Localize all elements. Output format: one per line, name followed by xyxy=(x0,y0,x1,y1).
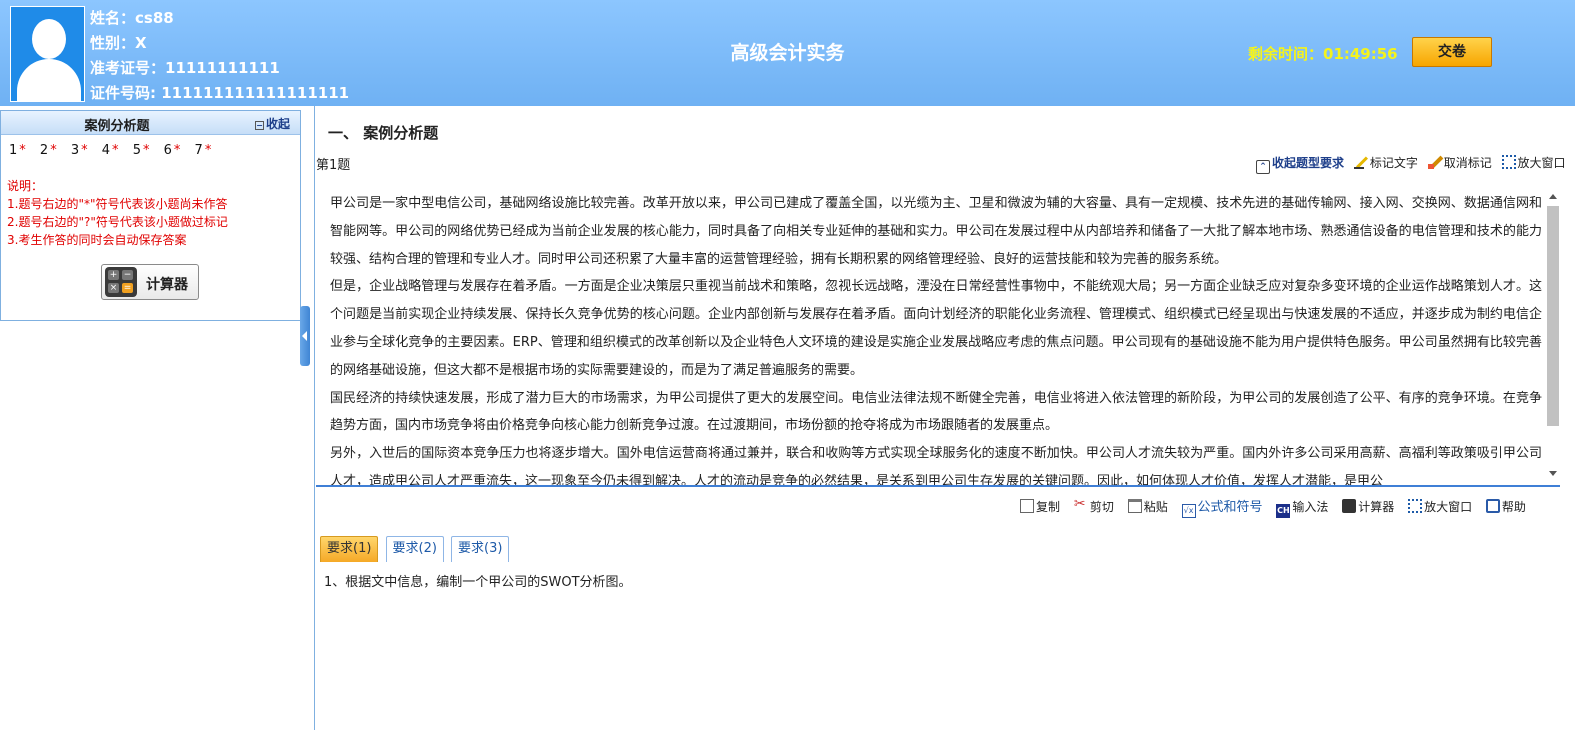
submit-exam-button[interactable]: 交卷 xyxy=(1412,37,1492,67)
question-type-title: 案例分析题 xyxy=(84,119,150,134)
tab-requirement-2[interactable]: 要求(2) xyxy=(385,536,444,562)
pen-icon xyxy=(1353,155,1368,169)
scroll-up-icon[interactable] xyxy=(1549,194,1557,199)
collapse-panel-button[interactable]: − 收起 xyxy=(254,115,290,132)
question-number-item[interactable]: 3 * xyxy=(71,143,98,158)
passage-paragraph: 另外，入世后的国际资本竞争压力也将逐步增大。国外电信运营商将通过兼并，联合和收购… xyxy=(330,446,1542,487)
requirement-text: 1、根据文中信息，编制一个甲公司的SWOT分析图。 xyxy=(324,575,632,590)
instruction-line: 3.考生作答的同时会自动保存答案 xyxy=(7,233,187,247)
passage-paragraph: 但是，企业战略管理与发展存在着矛盾。一方面是企业决策层只重视当前战术和策略，忽视… xyxy=(330,279,1542,378)
instruction-line: 1.题号右边的"*"符号代表该小题尚未作答 xyxy=(7,197,228,211)
tab-requirement-3[interactable]: 要求(3) xyxy=(451,536,510,562)
question-nav-header: 案例分析题 − 收起 xyxy=(1,111,300,135)
question-number-item[interactable]: 2 * xyxy=(40,143,67,158)
section-title: 一、 案例分析题 xyxy=(328,124,439,142)
calculator-button[interactable]: + − × = 计算器 xyxy=(101,264,199,300)
passage-paragraph: 甲公司是一家中型电信公司，基础网络设施比较完善。改革开放以来，甲公司已建成了覆盖… xyxy=(330,196,1542,267)
scroll-down-icon[interactable] xyxy=(1549,471,1557,476)
tab-requirement-1[interactable]: 要求(1) xyxy=(320,536,379,562)
collapse-label: 收起 xyxy=(265,117,290,131)
paste-button[interactable]: 粘贴 xyxy=(1127,498,1168,515)
help-book-icon xyxy=(1485,499,1500,513)
fullscreen-icon xyxy=(1501,155,1516,169)
copy-button[interactable]: 复制 xyxy=(1020,498,1060,515)
header-bar: 姓名：cs88 性别：X 准考证号：11111111111 证件号码: 1111… xyxy=(0,0,1575,106)
question-number-item[interactable]: 1 * xyxy=(9,143,36,158)
collapse-icon: − xyxy=(254,121,264,130)
cut-button[interactable]: 剪切 xyxy=(1074,496,1114,515)
remaining-time: 剩余时间：01:49:56 xyxy=(1248,45,1398,63)
mark-text-button[interactable]: 标记文字 xyxy=(1353,154,1418,171)
instruction-line: 说明： xyxy=(7,179,44,193)
question-label: 第1题 xyxy=(316,158,351,173)
requirement-tabs: 要求(1) 要求(2) 要求(3) xyxy=(320,536,511,562)
passage-scrollbar[interactable] xyxy=(1546,190,1560,480)
question-passage: 甲公司是一家中型电信公司，基础网络设施比较完善。改革开放以来，甲公司已建成了覆盖… xyxy=(330,190,1542,487)
instructions: 说明： 1.题号右边的"*"符号代表该小题尚未作答 2.题号右边的"?"符号代表… xyxy=(7,177,228,249)
question-passage-box[interactable]: 甲公司是一家中型电信公司，基础网络设施比较完善。改革开放以来，甲公司已建成了覆盖… xyxy=(316,184,1560,487)
question-number-list: 1 * 2 * 3 * 4 * 5 * 6 * 7 * xyxy=(9,143,221,158)
enlarge-answer-button[interactable]: 放大窗口 xyxy=(1408,498,1472,515)
ime-icon: CH xyxy=(1276,504,1291,518)
calculator-label: 计算器 xyxy=(146,277,188,293)
clipboard-icon xyxy=(1127,499,1142,513)
formula-button[interactable]: √x 公式和符号 xyxy=(1181,496,1263,518)
copy-icon xyxy=(1020,499,1034,513)
calculator-icon xyxy=(1342,499,1357,513)
collapse-up-icon: ⌃ xyxy=(1256,160,1270,174)
question-number-item[interactable]: 4 * xyxy=(102,143,129,158)
question-nav-panel: 案例分析题 − 收起 1 * 2 * 3 * 4 * 5 * 6 * 7 * 说明： 1.题号右… xyxy=(0,110,301,321)
formula-icon: √x xyxy=(1181,504,1196,518)
panel-toggle-handle[interactable] xyxy=(300,306,310,366)
fullscreen-icon xyxy=(1408,499,1423,513)
calculator-tool-button[interactable]: 计算器 xyxy=(1342,498,1394,515)
candidate-cert-no: 证件号码: 111111111111111111 xyxy=(90,84,350,102)
collapse-requirements-button[interactable]: ⌃ 收起题型要求 xyxy=(1256,154,1344,174)
panel-divider xyxy=(314,106,315,730)
instruction-line: 2.题号右边的"?"符号代表该小题做过标记 xyxy=(7,215,228,229)
avatar-body-shape xyxy=(17,59,81,101)
question-number-item[interactable]: 7 * xyxy=(195,143,222,158)
eraser-icon xyxy=(1427,155,1442,169)
cancel-mark-button[interactable]: 取消标记 xyxy=(1427,154,1492,171)
calculator-icon: + − × = xyxy=(105,267,137,297)
scissors-icon xyxy=(1074,496,1088,513)
question-toolbar: ⌃ 收起题型要求 标记文字 取消标记 放大窗口 xyxy=(1256,154,1572,174)
help-button[interactable]: 帮助 xyxy=(1485,498,1526,515)
answer-toolbar: 复制 剪切 粘贴 √x公式和符号 CH输入法 计算器 放大窗口 帮助 xyxy=(1020,496,1536,518)
question-number-item[interactable]: 5 * xyxy=(133,143,160,158)
input-method-button[interactable]: CH 输入法 xyxy=(1276,498,1328,518)
enlarge-window-button[interactable]: 放大窗口 xyxy=(1501,154,1566,171)
scroll-thumb[interactable] xyxy=(1547,206,1559,426)
passage-paragraph: 国民经济的持续快速发展，形成了潜力巨大的市场需求，为甲公司提供了更大的发展空间。… xyxy=(330,390,1542,434)
question-number-item[interactable]: 6 * xyxy=(164,143,191,158)
candidate-name: 姓名：cs88 xyxy=(90,9,174,27)
